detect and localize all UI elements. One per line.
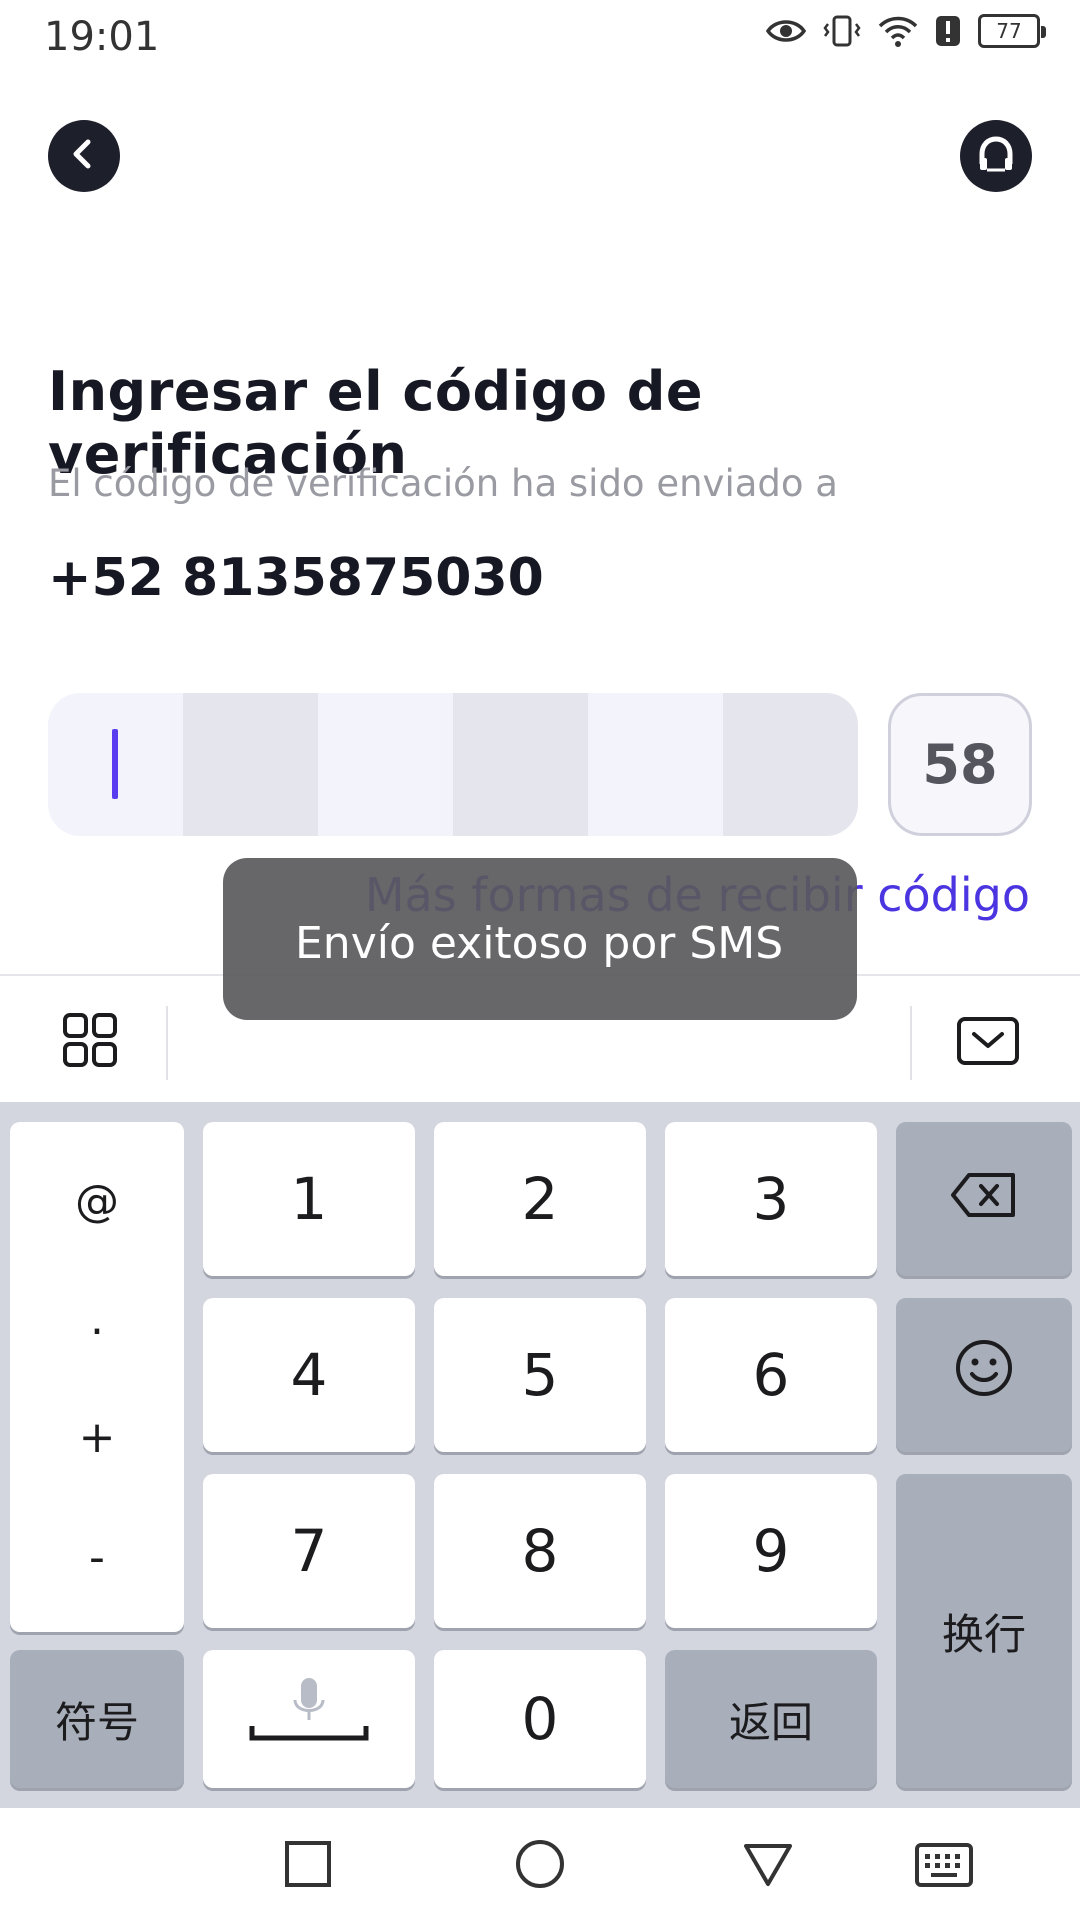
system-nav-bar [0, 1808, 1080, 1920]
backspace-icon [949, 1165, 1019, 1233]
code-cell[interactable] [723, 693, 858, 836]
subtitle: El código de verificación ha sido enviad… [48, 462, 838, 505]
key-0[interactable]: 0 [434, 1650, 646, 1788]
voice-space-key[interactable] [203, 1650, 415, 1788]
keyboard-icon[interactable] [914, 1842, 974, 1893]
emoji-button[interactable] [896, 1298, 1072, 1452]
back-icon[interactable] [742, 1842, 794, 1893]
key-3[interactable]: 3 [665, 1122, 877, 1276]
chevron-left-icon [66, 136, 102, 177]
apps-grid-icon[interactable] [62, 1012, 118, 1073]
alert-icon [934, 14, 962, 48]
toolbar-divider [910, 1006, 912, 1080]
code-cell[interactable] [453, 693, 588, 836]
code-cell[interactable] [588, 693, 723, 836]
key-at[interactable]: @ [10, 1176, 184, 1227]
resend-timer: 58 [888, 693, 1032, 836]
code-cell[interactable] [318, 693, 453, 836]
verification-screen: 19:01 77 Ingresar el código de verificac… [0, 0, 1080, 1920]
key-dot[interactable]: . [10, 1294, 184, 1345]
wifi-icon [878, 14, 918, 48]
code-cell[interactable] [183, 693, 318, 836]
key-2[interactable]: 2 [434, 1122, 646, 1276]
numeric-keyboard: @ . + - 1 2 3 4 5 6 7 8 9 换行 符号 0 返回 [0, 1102, 1080, 1808]
code-cell[interactable] [48, 693, 183, 836]
text-caret [112, 729, 118, 799]
home-icon[interactable] [514, 1838, 566, 1895]
eye-icon [766, 17, 806, 45]
headset-icon [974, 132, 1018, 181]
status-icons: 77 [766, 14, 1046, 48]
phone-number: +52 8135875030 [48, 548, 544, 608]
key-8[interactable]: 8 [434, 1474, 646, 1628]
battery-icon: 77 [978, 14, 1046, 48]
toolbar-divider [166, 1006, 168, 1080]
toast-text: Envío exitoso por SMS [295, 918, 784, 969]
emoji-icon [954, 1338, 1014, 1412]
toast-message: Envío exitoso por SMS [223, 858, 857, 1020]
key-minus[interactable]: - [10, 1532, 184, 1583]
key-9[interactable]: 9 [665, 1474, 877, 1628]
key-6[interactable]: 6 [665, 1298, 877, 1452]
enter-key[interactable]: 换行 [896, 1474, 1072, 1788]
verification-code-input[interactable] [48, 693, 858, 836]
backspace-button[interactable] [896, 1122, 1072, 1276]
support-button[interactable] [960, 120, 1032, 192]
symbols-key[interactable]: 符号 [10, 1650, 184, 1788]
key-1[interactable]: 1 [203, 1122, 415, 1276]
hide-keyboard-icon[interactable] [956, 1016, 1020, 1071]
key-7[interactable]: 7 [203, 1474, 415, 1628]
key-5[interactable]: 5 [434, 1298, 646, 1452]
symbol-column[interactable]: @ . + - [10, 1122, 184, 1632]
recent-apps-icon[interactable] [284, 1840, 332, 1893]
return-key[interactable]: 返回 [665, 1650, 877, 1788]
key-plus[interactable]: + [10, 1412, 184, 1463]
back-button[interactable] [48, 120, 120, 192]
vibrate-icon [822, 14, 862, 48]
key-4[interactable]: 4 [203, 1298, 415, 1452]
microphone-icon [244, 1672, 374, 1766]
status-time: 19:01 [44, 14, 160, 60]
status-bar: 19:01 77 [0, 0, 1080, 75]
